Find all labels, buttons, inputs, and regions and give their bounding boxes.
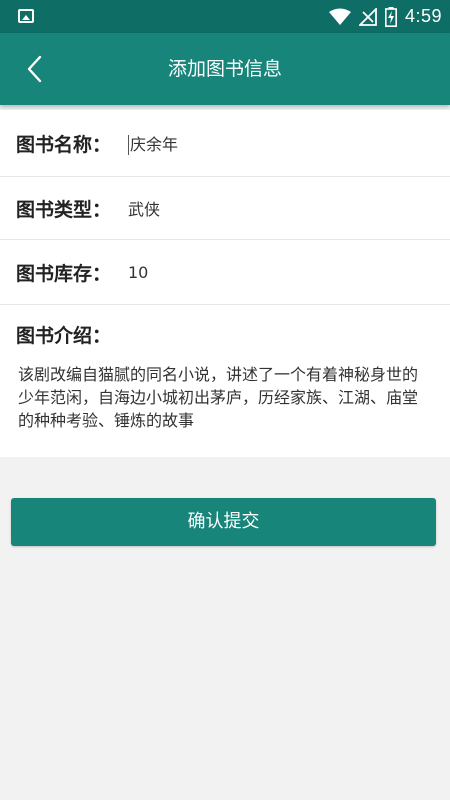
book-name-value: 庆余年 bbox=[130, 134, 179, 154]
book-intro-input[interactable]: 该剧改编自猫腻的同名小说，讲述了一个有着神秘身世的少年范闲，自海边小城初出茅庐，… bbox=[18, 363, 428, 432]
status-icons: 4:59 bbox=[328, 0, 442, 33]
status-time: 4:59 bbox=[404, 6, 442, 26]
book-name-row: 图书名称： 庆余年 bbox=[0, 110, 450, 177]
book-stock-row: 图书库存： 10 bbox=[0, 240, 450, 305]
submit-button[interactable]: 确认提交 bbox=[11, 498, 436, 546]
book-stock-label: 图书库存： bbox=[16, 262, 112, 285]
back-button[interactable] bbox=[16, 49, 52, 89]
no-signal-icon bbox=[358, 7, 377, 26]
book-type-label: 图书类型： bbox=[16, 198, 112, 221]
book-stock-input[interactable]: 10 bbox=[128, 263, 148, 282]
wifi-icon bbox=[328, 8, 351, 26]
status-bar: 4:59 bbox=[0, 0, 450, 33]
book-intro-label: 图书介绍： bbox=[16, 325, 112, 347]
text-caret bbox=[128, 135, 129, 156]
book-form: 图书名称： 庆余年 图书类型： 武侠 图书库存： 10 图书介绍： 该剧改编自猫… bbox=[0, 110, 450, 457]
image-icon bbox=[18, 9, 34, 23]
book-type-row: 图书类型： 武侠 bbox=[0, 177, 450, 240]
battery-charging-icon bbox=[384, 6, 397, 27]
book-name-label: 图书名称： bbox=[16, 133, 112, 156]
book-name-input[interactable]: 庆余年 bbox=[128, 131, 178, 156]
chevron-left-icon bbox=[27, 55, 42, 83]
book-type-input[interactable]: 武侠 bbox=[128, 196, 160, 220]
book-intro-section: 图书介绍： 该剧改编自猫腻的同名小说，讲述了一个有着神秘身世的少年范闲，自海边小… bbox=[0, 305, 450, 457]
app-bar: 添加图书信息 bbox=[0, 33, 450, 105]
page-title: 添加图书信息 bbox=[167, 58, 282, 80]
